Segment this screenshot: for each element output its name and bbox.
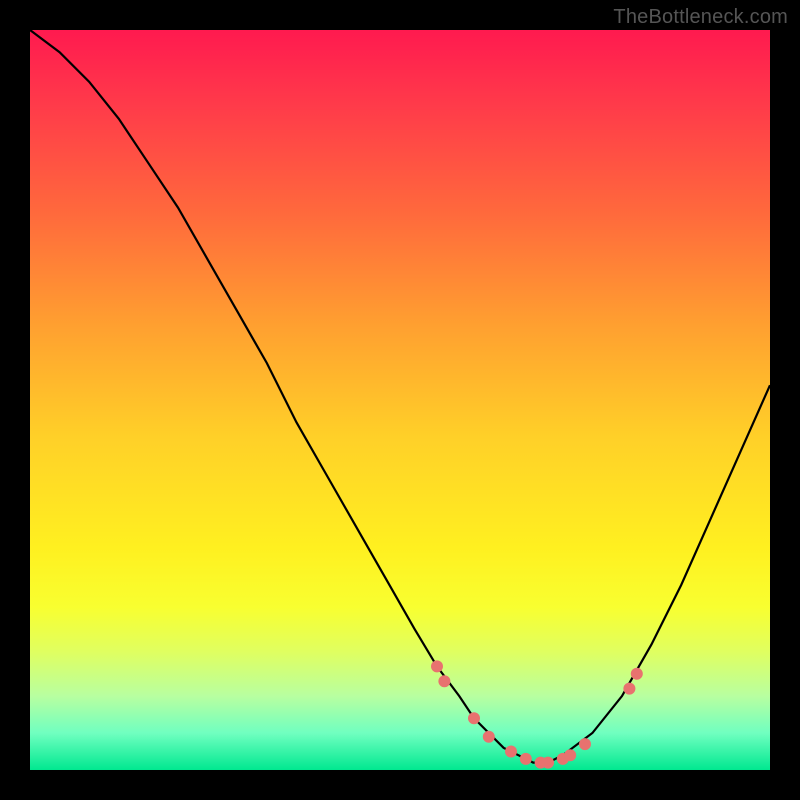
curve-svg xyxy=(30,30,770,770)
marker-dot xyxy=(468,712,480,724)
marker-dot xyxy=(542,757,554,769)
bottleneck-curve xyxy=(30,30,770,763)
marker-dot xyxy=(483,731,495,743)
marker-dot xyxy=(579,738,591,750)
marker-dot xyxy=(564,749,576,761)
marker-dot xyxy=(520,753,532,765)
marker-dot xyxy=(631,668,643,680)
attribution-label: TheBottleneck.com xyxy=(613,6,788,29)
marker-dot xyxy=(438,675,450,687)
marker-dot xyxy=(505,746,517,758)
marker-dot xyxy=(623,683,635,695)
plot-area xyxy=(30,30,770,770)
marker-dot xyxy=(431,660,443,672)
chart-frame: TheBottleneck.com xyxy=(0,0,800,800)
marker-group xyxy=(431,660,643,768)
